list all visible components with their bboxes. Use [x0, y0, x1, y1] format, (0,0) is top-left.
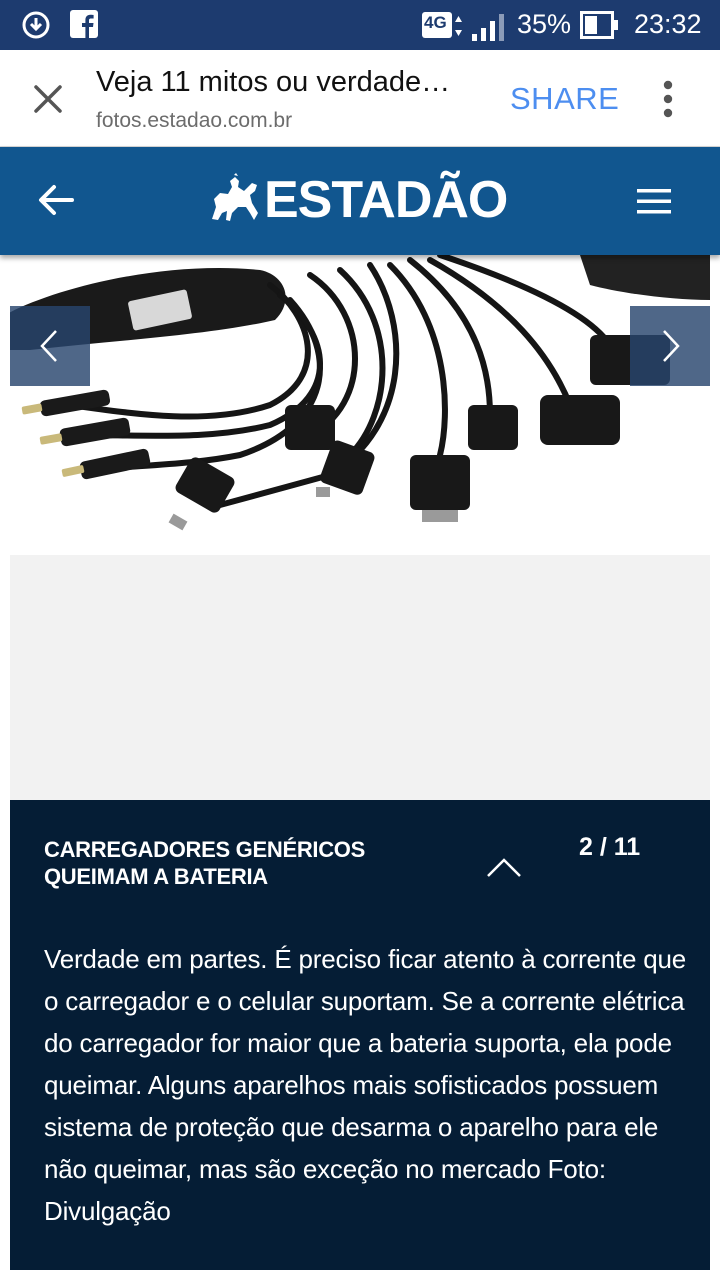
chevron-left-icon [40, 330, 57, 362]
facebook-icon [70, 10, 98, 38]
photo-background [10, 555, 710, 800]
photo-counter: 2 / 11 [579, 833, 641, 861]
hamburger-menu-icon[interactable] [637, 188, 671, 214]
browser-tab-bar: Veja 11 mitos ou verdade… fotos.estadao.… [0, 50, 720, 147]
caption-text: Verdade em partes. É preciso ficar atent… [44, 944, 687, 1226]
clock: 23:32 [634, 9, 702, 39]
site-logo[interactable]: ESTADÃO [264, 170, 508, 230]
battery-percent: 35% [517, 9, 572, 39]
back-arrow-icon[interactable] [38, 184, 74, 216]
gallery-photo [10, 255, 710, 555]
chevron-up-icon[interactable] [486, 856, 522, 878]
caption-panel: CARREGADORES GENÉRICOS QUEIMAM A BATERIA… [10, 800, 710, 1270]
horse-rider-logo-icon [212, 173, 258, 221]
close-icon[interactable] [32, 83, 64, 115]
caption-title: CARREGADORES GENÉRICOS QUEIMAM A BATERIA [44, 837, 365, 889]
next-photo-button[interactable] [630, 306, 710, 386]
share-button[interactable]: SHARE [510, 81, 619, 117]
signal-icon [472, 14, 504, 41]
network-type-label: 4G [424, 13, 447, 32]
page-url: fotos.estadao.com.br [96, 109, 293, 132]
page-title: Veja 11 mitos ou verdade… [96, 66, 451, 98]
previous-photo-button[interactable] [10, 306, 90, 386]
battery-icon [580, 11, 618, 39]
status-bar: 4G 35% 23:32 [0, 0, 720, 50]
download-icon [22, 11, 50, 39]
site-header: ESTADÃO [0, 147, 720, 255]
chevron-right-icon [663, 330, 680, 362]
more-vert-icon[interactable] [660, 80, 676, 118]
chargers-photo [10, 255, 710, 531]
